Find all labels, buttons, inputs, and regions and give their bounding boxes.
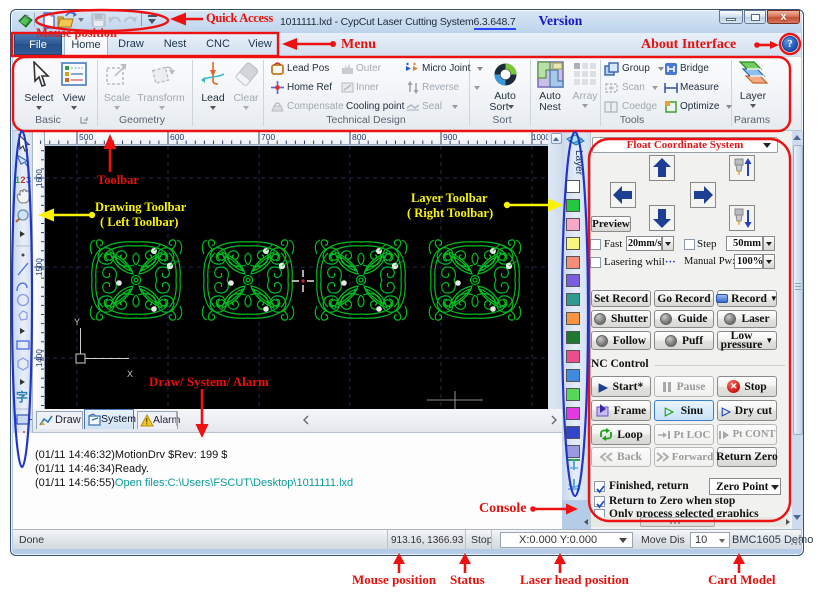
svg-text:1: 1: [15, 175, 20, 185]
svg-text:!: !: [145, 417, 148, 427]
svg-text:3: 3: [26, 175, 31, 185]
svg-text:700: 700: [261, 132, 275, 142]
svg-text:Y: Y: [74, 317, 80, 327]
svg-text:800: 800: [352, 132, 366, 142]
svg-text:X: X: [127, 369, 133, 379]
svg-text:1500: 1500: [35, 258, 44, 276]
svg-text:1600: 1600: [35, 169, 44, 187]
svg-text:500: 500: [79, 132, 93, 142]
svg-text:2: 2: [21, 175, 26, 185]
svg-text:600: 600: [170, 132, 184, 142]
svg-text:字: 字: [16, 389, 28, 404]
svg-text:1400: 1400: [35, 349, 44, 367]
svg-text:900: 900: [443, 132, 457, 142]
